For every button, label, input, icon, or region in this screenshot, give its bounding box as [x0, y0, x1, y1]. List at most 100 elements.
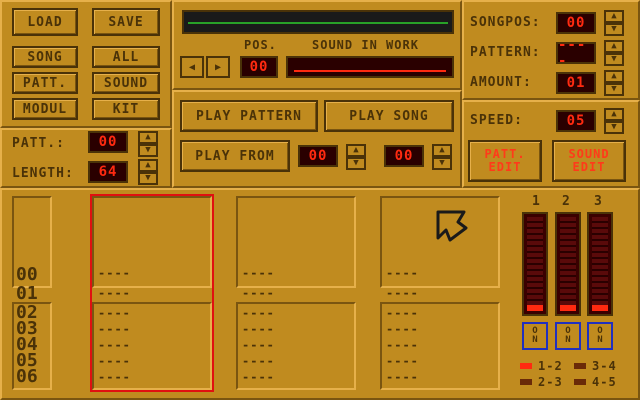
row-number: 01: [16, 283, 38, 304]
play-from-end-display: 00: [384, 145, 424, 167]
arrow-down-icon[interactable]: ▼: [432, 157, 452, 170]
legend-swatch-dark: [520, 379, 532, 385]
length-label: LENGTH:: [12, 166, 74, 181]
channel-3-vu-meter: [587, 212, 613, 316]
track-2-notes[interactable]: ---- ---- ---- ---- ---- ---- ----: [236, 264, 356, 394]
note-cell[interactable]: ----: [242, 306, 275, 320]
note-cell[interactable]: ----: [242, 338, 275, 352]
track-1-notes[interactable]: ---- ---- ---- ---- ---- ---- ----: [92, 264, 212, 394]
arrow-left-icon[interactable]: ◀: [180, 56, 204, 78]
arrow-down-icon[interactable]: ▼: [604, 23, 624, 36]
pos-display: 00: [240, 56, 278, 78]
arrow-up-icon[interactable]: ▲: [604, 10, 624, 23]
speed-stepper[interactable]: ▲ ▼: [604, 108, 624, 134]
load-button[interactable]: LOAD: [12, 8, 78, 36]
legend-swatch-dark: [574, 363, 586, 369]
patt-stepper[interactable]: ▲ ▼: [138, 131, 158, 157]
row-number: 06: [16, 366, 38, 387]
play-from-start-stepper[interactable]: ▲ ▼: [346, 144, 366, 170]
play-pattern-button[interactable]: PLAY PATTERN: [180, 100, 318, 132]
on-label-bottom: N: [532, 335, 538, 345]
all-button[interactable]: ALL: [92, 46, 160, 68]
note-cell[interactable]: ----: [386, 338, 419, 352]
arrow-up-icon[interactable]: ▲: [432, 144, 452, 157]
on-label-bottom: N: [565, 335, 571, 345]
arrow-up-icon[interactable]: ▲: [138, 159, 158, 172]
legend-label: 2-3: [538, 375, 563, 389]
play-song-button[interactable]: PLAY SONG: [324, 100, 454, 132]
pos-label: POS.: [244, 38, 277, 52]
amount-display: 01: [556, 72, 596, 94]
arrow-up-icon[interactable]: ▲: [346, 144, 366, 157]
note-cell[interactable]: ----: [242, 354, 275, 368]
sound-button[interactable]: SOUND: [92, 72, 160, 94]
length-stepper[interactable]: ▲ ▼: [138, 159, 158, 185]
amount-stepper[interactable]: ▲ ▼: [604, 70, 624, 96]
amount-label: AMOUNT:: [470, 75, 532, 90]
note-cell[interactable]: ----: [386, 370, 419, 384]
patt-display: 00: [88, 131, 128, 153]
play-from-button[interactable]: PLAY FROM: [180, 140, 290, 172]
legend-label: 3-4: [592, 359, 617, 373]
channel-2-vu-meter: [555, 212, 581, 316]
play-from-end-stepper[interactable]: ▲ ▼: [432, 144, 452, 170]
song-button[interactable]: SONG: [12, 46, 78, 68]
sound-name-display[interactable]: [286, 56, 454, 78]
note-cell[interactable]: ----: [386, 354, 419, 368]
songpos-stepper[interactable]: ▲ ▼: [604, 10, 624, 36]
track-3-notes[interactable]: ---- ---- ---- ---- ---- ---- ----: [380, 264, 500, 394]
songpos-display: 00: [556, 12, 596, 34]
note-cell[interactable]: ----: [98, 286, 131, 300]
note-cell[interactable]: ----: [98, 370, 131, 384]
arrow-down-icon[interactable]: ▼: [138, 172, 158, 185]
legend-swatch-red: [520, 363, 532, 369]
patt-button[interactable]: PATT.: [12, 72, 78, 94]
channel-number: 3: [594, 194, 603, 209]
save-button[interactable]: SAVE: [92, 8, 160, 36]
arrow-up-icon[interactable]: ▲: [138, 131, 158, 144]
note-cell[interactable]: ----: [98, 338, 131, 352]
note-cell[interactable]: ----: [242, 266, 275, 280]
arrow-down-icon[interactable]: ▼: [604, 53, 624, 66]
note-cell[interactable]: ----: [242, 322, 275, 336]
play-from-start-display: 00: [298, 145, 338, 167]
row-number: 00: [16, 264, 38, 285]
arrow-right-icon[interactable]: ▶: [206, 56, 230, 78]
note-cell[interactable]: ----: [98, 354, 131, 368]
arrow-up-icon[interactable]: ▲: [604, 70, 624, 83]
sample-waveform-display: [182, 10, 454, 34]
note-cell[interactable]: ----: [98, 266, 131, 280]
pattern-stepper[interactable]: ▲ ▼: [604, 40, 624, 66]
arrow-up-icon[interactable]: ▲: [604, 40, 624, 53]
kit-button[interactable]: KIT: [92, 98, 160, 120]
on-label-bottom: N: [597, 335, 603, 345]
arrow-down-icon[interactable]: ▼: [604, 83, 624, 96]
note-cell[interactable]: ----: [386, 266, 419, 280]
speed-display: 05: [556, 110, 596, 132]
modul-button[interactable]: MODUL: [12, 98, 78, 120]
channel-3-on-toggle[interactable]: O N: [587, 322, 613, 350]
length-display: 64: [88, 161, 128, 183]
note-cell[interactable]: ----: [98, 306, 131, 320]
note-cell[interactable]: ----: [242, 370, 275, 384]
note-cell[interactable]: ----: [386, 322, 419, 336]
arrow-up-icon[interactable]: ▲: [604, 108, 624, 121]
note-cell[interactable]: ----: [242, 286, 275, 300]
arrow-down-icon[interactable]: ▼: [138, 144, 158, 157]
sound-in-work-label: SOUND IN WORK: [312, 38, 419, 52]
sound-edit-button[interactable]: SOUND EDIT: [552, 140, 626, 182]
arrow-down-icon[interactable]: ▼: [346, 157, 366, 170]
legend-label: 4-5: [592, 375, 617, 389]
speed-label: SPEED:: [470, 113, 523, 128]
patt-label: PATT.:: [12, 136, 65, 151]
songpos-label: SONGPOS:: [470, 15, 541, 30]
note-cell[interactable]: ----: [98, 322, 131, 336]
channel-2-on-toggle[interactable]: O N: [555, 322, 581, 350]
channel-number: 1: [532, 194, 541, 209]
pattern-display: ----: [556, 37, 596, 69]
channel-1-on-toggle[interactable]: O N: [522, 322, 548, 350]
note-cell[interactable]: ----: [386, 286, 419, 300]
note-cell[interactable]: ----: [386, 306, 419, 320]
patt-edit-button[interactable]: PATT. EDIT: [468, 140, 542, 182]
arrow-down-icon[interactable]: ▼: [604, 121, 624, 134]
